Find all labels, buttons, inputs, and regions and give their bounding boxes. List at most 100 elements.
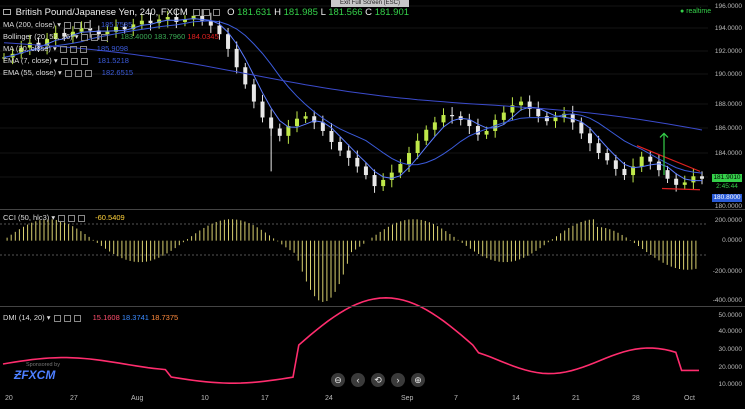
indicator-ma20[interactable]: MA (20, close) ▾ 185.9098 [3, 44, 128, 53]
ema-price-tag: 180.8000 [712, 194, 742, 202]
dmi-tick: 20.0000 [718, 364, 743, 371]
sponsor-logo[interactable]: Sponsored by ƵFXCM [14, 362, 60, 382]
candle-body [622, 168, 627, 176]
price-tick: 188.0000 [714, 101, 742, 108]
dmi-tick: 10.0000 [718, 381, 743, 388]
indicator-ema55[interactable]: EMA (55, close) ▾ 182.6515 [3, 68, 133, 77]
candle-body [234, 48, 239, 68]
candle-body [501, 112, 506, 120]
close-value: 181.901 [374, 7, 410, 18]
trendline-lower [661, 187, 701, 191]
high-value: 181.985 [283, 7, 318, 18]
candle-body [484, 130, 489, 135]
cci-tick: 0.0000 [722, 237, 742, 244]
candle-body [303, 116, 308, 119]
scroll-left-button[interactable]: ‹ [351, 373, 365, 387]
countdown-tag: 2:45:44 [712, 183, 742, 191]
close-icon[interactable] [213, 8, 221, 16]
reset-button[interactable]: ⟲ [371, 373, 385, 387]
candle-body [139, 20, 144, 25]
candle-body [553, 117, 558, 122]
x-tick: 28 [632, 395, 640, 402]
x-tick: 27 [70, 395, 78, 402]
cci-tick: -200.0000 [712, 268, 742, 275]
candle-body [251, 84, 256, 102]
candle-body [415, 140, 420, 153]
price-tick: 192.0000 [714, 48, 742, 55]
candle-body [338, 141, 343, 151]
scroll-right-button[interactable]: › [391, 373, 405, 387]
candle-body [424, 129, 429, 141]
candle-body [277, 128, 282, 136]
candle-body [700, 176, 704, 179]
candle-body [656, 161, 661, 171]
indicator-ma200[interactable]: MA (200, close) ▾ 185.7585 [3, 20, 132, 29]
price-tick: 180.0000 [714, 203, 742, 210]
candle-body [381, 179, 386, 187]
candle-body [363, 166, 368, 176]
candle-body [269, 117, 274, 129]
candle-body [372, 175, 377, 187]
indicator-bollinger[interactable]: Bollinger (20, 52, 26) ▾ 183.4000 183.79… [3, 32, 219, 41]
x-tick: Oct [684, 395, 695, 402]
chart-stage[interactable]: Exit Full Screen (ESC) British Pound/Jap… [0, 0, 745, 404]
candle-body [329, 130, 334, 142]
price-tick: 186.0000 [714, 125, 742, 132]
candle-body [260, 101, 265, 118]
x-tick: Sep [401, 395, 414, 402]
price-tick: 196.0000 [714, 3, 742, 10]
zoom-out-button[interactable]: ⊖ [331, 373, 345, 387]
dmi-legend[interactable]: DMI (14, 20) ▾ 15.1608 18.3741 18.7375 [3, 313, 178, 322]
candle-body [596, 143, 601, 153]
x-tick: 10 [201, 395, 209, 402]
zoom-in-button[interactable]: ⊕ [411, 373, 425, 387]
candle-body [587, 133, 592, 144]
exit-fullscreen-tooltip[interactable]: Exit Full Screen (ESC) [331, 0, 409, 7]
candle-body [294, 118, 299, 127]
candle-body [226, 34, 231, 49]
dmi-tick: 40.0000 [718, 328, 743, 335]
candle-body [613, 160, 618, 169]
candle-body [665, 170, 670, 179]
candle-body [243, 67, 248, 85]
x-tick: 14 [512, 395, 520, 402]
cci-tick: -400.0000 [712, 297, 742, 304]
candle-body [450, 115, 455, 117]
dmi-tick: 30.0000 [718, 346, 743, 353]
cci-tick: 200.0000 [714, 217, 742, 224]
candle-body [441, 115, 446, 123]
symbol-title: British Pound/Japanese Yen, 240, FXCM O … [3, 7, 409, 18]
candle-body [682, 182, 687, 185]
x-tick: 21 [572, 395, 580, 402]
ema7-line [3, 18, 702, 182]
open-value: 181.631 [237, 7, 272, 18]
candle-body [544, 116, 549, 122]
dmi-line [2, 296, 699, 385]
dmi-tick: 50.0000 [718, 312, 743, 319]
price-tick: 184.0000 [714, 150, 742, 157]
candle-body [320, 122, 325, 131]
candle-body [467, 119, 472, 127]
candle-body [579, 122, 584, 134]
candle-body [674, 178, 679, 185]
low-value: 181.566 [328, 7, 363, 18]
chart-icon [3, 9, 11, 16]
x-tick: 20 [5, 395, 13, 402]
candle-body [519, 101, 524, 106]
settings-icon[interactable] [193, 8, 201, 16]
candle-body [407, 153, 412, 165]
cci-legend[interactable]: CCI (50, hlc3) ▾ -60.5409 [3, 213, 125, 222]
x-tick: 7 [454, 395, 458, 402]
realtime-badge: ● realtime [680, 8, 712, 15]
indicator-ema7[interactable]: EMA (7, close) ▾ 181.5218 [3, 56, 129, 65]
eye-icon[interactable] [203, 8, 211, 16]
candle-body [432, 122, 437, 130]
candle-body [691, 176, 696, 183]
price-tick: 190.0000 [714, 71, 742, 78]
candle-body [148, 20, 153, 24]
candle-body [398, 164, 403, 173]
x-tick: 24 [325, 395, 333, 402]
x-tick: Aug [131, 395, 144, 402]
candle-body [605, 153, 610, 161]
symbol-label: British Pound/Japanese Yen, 240, FXCM [15, 7, 188, 18]
